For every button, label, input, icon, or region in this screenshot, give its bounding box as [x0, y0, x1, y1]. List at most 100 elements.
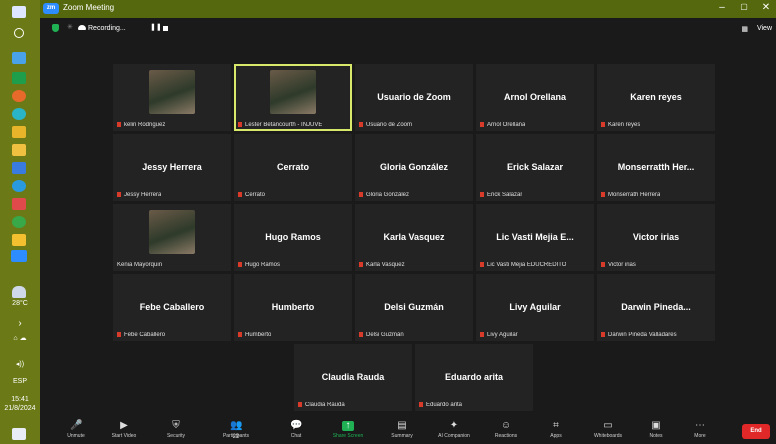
ai-companion-button[interactable]: ✦ AI Companion — [426, 418, 482, 440]
summary-icon: ▤ — [397, 420, 407, 431]
participant-name-text: Darwin Pineda Valladares — [608, 332, 677, 338]
participant-display-name: Hugo Ramos — [265, 232, 321, 242]
system-tray-icons[interactable]: ⌂ ☁ — [0, 334, 40, 342]
participant-tile[interactable]: Monserratth Her... Monserrath Herrera — [597, 134, 715, 201]
stop-recording-icon[interactable] — [163, 26, 168, 31]
minimize-icon[interactable]: – — [712, 2, 732, 13]
taskbar-app-icon[interactable] — [12, 198, 26, 210]
maximize-icon[interactable]: ▢ — [734, 2, 754, 11]
shield-icon[interactable] — [52, 24, 59, 32]
notes-button[interactable]: ▣ Notes — [632, 418, 680, 440]
participant-name-text: Claudia Rauda — [305, 402, 345, 408]
taskbar-app-icon[interactable] — [12, 126, 26, 138]
participant-name-label: Livy Aguilar — [480, 331, 518, 338]
clock-time[interactable]: 15:41 — [0, 396, 40, 403]
participant-tile[interactable]: Darwin Pineda... Darwin Pineda Valladares — [597, 274, 715, 341]
chevron-right-icon[interactable]: › — [0, 318, 40, 329]
participant-tile[interactable]: Febe Caballero Febe Caballero — [113, 274, 231, 341]
windows-start-icon[interactable] — [12, 6, 26, 18]
participant-tile[interactable]: Delsi Guzmán Delsi Guzmán — [355, 274, 473, 341]
participant-tile[interactable]: Cerrato Cerrato — [234, 134, 352, 201]
participant-display-name: Darwin Pineda... — [621, 302, 691, 312]
participant-tile[interactable]: Lic Vasti Mejia E... Lic Vasti Mejia EDUC… — [476, 204, 594, 271]
taskbar-app-icon[interactable] — [12, 162, 26, 174]
taskbar-app-icon[interactable] — [12, 52, 26, 64]
participant-tile[interactable]: Lester Betancourth - INJUVE — [234, 64, 352, 131]
end-meeting-button[interactable]: End — [742, 424, 770, 439]
participant-tile[interactable]: Claudia Rauda Claudia Rauda — [294, 344, 412, 411]
participant-tile[interactable]: Humberto Humberto — [234, 274, 352, 341]
chat-button[interactable]: 💬 Chat — [272, 418, 320, 440]
share-screen-button[interactable]: ↑ Share Screen — [324, 418, 372, 440]
search-icon[interactable] — [14, 28, 24, 38]
participant-display-name: Monserratth Her... — [617, 162, 695, 172]
muted-mic-icon — [359, 261, 363, 267]
apps-button[interactable]: ⌗ Apps — [532, 418, 580, 440]
close-icon[interactable]: ✕ — [756, 2, 776, 13]
grid-view-icon[interactable]: ▦ — [741, 25, 748, 33]
meeting-controls-bar: 🎤 Unmute ▶ Start Video ⛨ Security 👥22 Pa… — [40, 418, 776, 444]
participant-name-label: Usuario de Zoom — [359, 121, 412, 128]
participant-name-label: Febe Caballero — [117, 331, 165, 338]
muted-mic-icon — [601, 121, 605, 127]
participant-tile[interactable]: Usuario de Zoom Usuario de Zoom — [355, 64, 473, 131]
participant-tile[interactable]: Livy Aguilar Livy Aguilar — [476, 274, 594, 341]
participant-name-text: Lester Betancourth - INJUVE — [245, 122, 323, 128]
reactions-button[interactable]: ☺ Reactions — [482, 418, 530, 440]
taskbar-app-icon[interactable] — [12, 90, 26, 102]
taskbar-app-icon[interactable] — [12, 144, 26, 156]
muted-mic-icon — [238, 261, 242, 267]
clock-date[interactable]: 21/8/2024 — [0, 405, 40, 412]
participant-tile[interactable]: Karla Vasquez Karla Vasquez — [355, 204, 473, 271]
participant-tile[interactable]: Kenia Mayorquin — [113, 204, 231, 271]
unmute-button[interactable]: 🎤 Unmute — [52, 418, 100, 440]
participant-display-name: Febe Caballero — [139, 302, 205, 312]
taskbar-app-icon[interactable] — [12, 234, 26, 246]
windows-taskbar: 28°C › ⌂ ☁ ◂)) ESP 15:41 21/8/2024 — [0, 0, 40, 444]
participant-display-name: Humberto — [271, 302, 315, 312]
participant-tile[interactable]: Hugo Ramos Hugo Ramos — [234, 204, 352, 271]
participant-tile[interactable]: Karen reyes Karen reyes — [597, 64, 715, 131]
encryption-icon[interactable]: ✳ — [67, 23, 73, 31]
participant-tile[interactable]: Jessy Herrera Jessy Herrera — [113, 134, 231, 201]
start-video-button[interactable]: ▶ Start Video — [100, 418, 148, 440]
participant-display-name: Delsi Guzmán — [384, 302, 444, 312]
participant-name-label: Eduardo arita — [419, 401, 462, 408]
taskbar-app-icon[interactable] — [12, 108, 26, 120]
taskbar-app-icon[interactable] — [12, 180, 26, 192]
muted-mic-icon — [117, 121, 121, 127]
shield-icon: ⛨ — [172, 420, 180, 431]
participant-display-name: Usuario de Zoom — [377, 92, 451, 102]
security-button[interactable]: ⛨ Security — [152, 418, 200, 440]
participant-tile[interactable]: kelin Rodriguez — [113, 64, 231, 131]
muted-mic-icon — [359, 121, 363, 127]
participant-name-text: Erick Salazar — [487, 192, 523, 198]
notes-icon: ▣ — [651, 420, 661, 431]
taskbar-app-icon[interactable] — [12, 216, 26, 228]
participant-name-label: Cerrato — [238, 191, 265, 198]
participant-name-label: Lic Vasti Mejia EDUCREDITO — [480, 261, 566, 268]
notifications-icon[interactable] — [12, 428, 26, 440]
zoom-logo-icon: zm — [43, 3, 59, 14]
participants-button[interactable]: 👥22 Participants — [212, 418, 260, 441]
participant-name-text: Humberto — [245, 332, 272, 338]
participant-tile[interactable]: Victor irias Victor irias — [597, 204, 715, 271]
zoom-taskbar-icon[interactable] — [11, 250, 27, 262]
participant-tile[interactable]: Erick Salazar Erick Salazar — [476, 134, 594, 201]
participant-name-label: Karen reyes — [601, 121, 640, 128]
summary-button[interactable]: ▤ Summary — [378, 418, 426, 440]
participant-tile[interactable]: Arnol Orellana Arnol Orellana — [476, 64, 594, 131]
participant-tile[interactable]: Gloria González Gloria González — [355, 134, 473, 201]
volume-icon[interactable]: ◂)) — [0, 360, 40, 368]
more-icon: ⋯ — [695, 420, 705, 431]
view-button[interactable]: View — [757, 25, 772, 32]
whiteboards-button[interactable]: ▭ Whiteboards — [584, 418, 632, 440]
language-indicator[interactable]: ESP — [0, 378, 40, 385]
participant-tile[interactable]: Eduardo arita Eduardo arita — [415, 344, 533, 411]
muted-mic-icon — [298, 401, 302, 407]
pause-recording-icon[interactable]: ❚❚ — [150, 23, 162, 31]
more-button[interactable]: ⋯ More — [676, 418, 724, 440]
taskbar-app-icon[interactable] — [12, 72, 26, 84]
participant-name-label: kelin Rodriguez — [117, 121, 165, 128]
apps-icon: ⌗ — [553, 420, 559, 431]
